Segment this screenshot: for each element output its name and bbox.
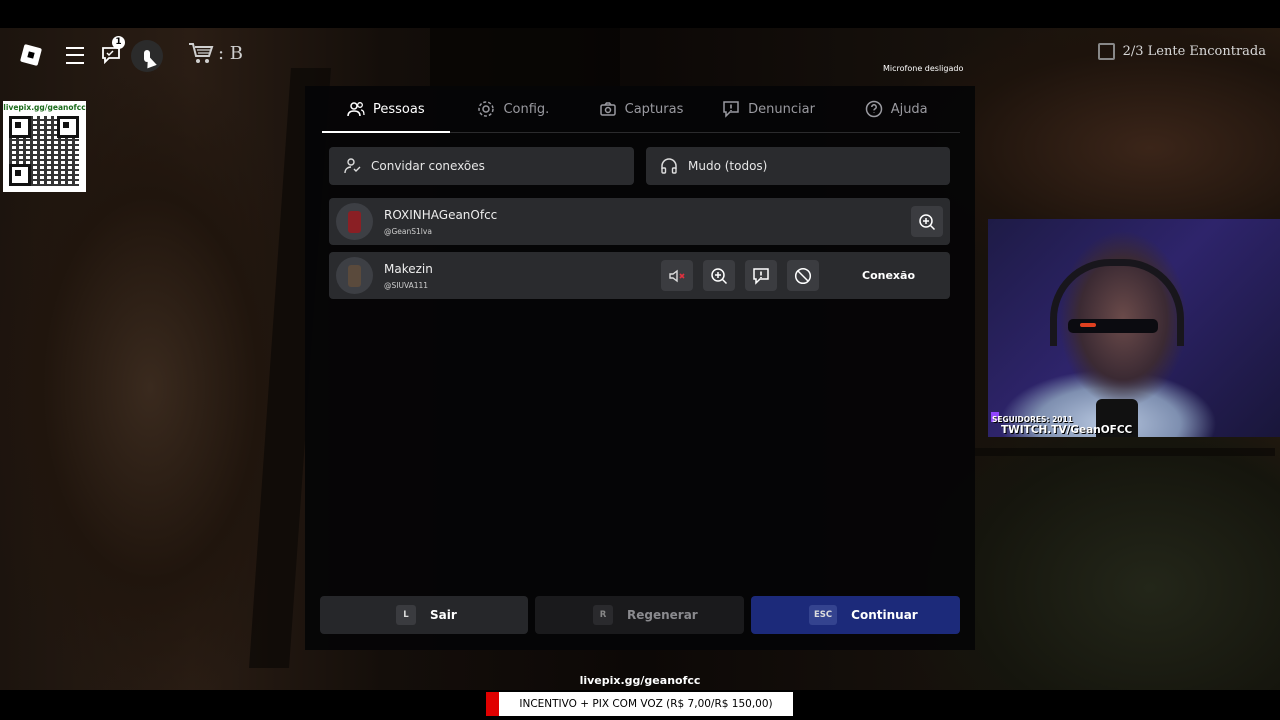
- player-name: ROXINHAGeanOfcc: [384, 208, 498, 222]
- player-username: @GeanS1lva: [384, 227, 432, 236]
- mute-player-button[interactable]: [661, 260, 693, 291]
- key-hint-esc: ESC: [809, 605, 838, 625]
- tab-settings[interactable]: Config.: [450, 86, 578, 132]
- game-menu-panel: Pessoas Config. Capturas Denunciar Ajuda…: [305, 86, 975, 650]
- tab-settings-label: Config.: [503, 101, 550, 117]
- player-name: Makezin: [384, 262, 433, 276]
- mute-all-button[interactable]: Mudo (todos): [646, 147, 950, 185]
- invite-label: Convidar conexões: [371, 159, 485, 173]
- donation-bar-accent: [486, 692, 499, 716]
- qr-finder-tl: [9, 116, 31, 138]
- tab-report-label: Denunciar: [748, 101, 815, 117]
- speaker-muted-icon: [669, 269, 685, 282]
- player-username: @SIUVA111: [384, 281, 429, 290]
- qr-label: livepix.gg/geanofcc: [3, 103, 86, 112]
- donation-text: INCENTIVO + PIX COM VOZ (R$ 7,00/R$ 150,…: [519, 698, 773, 710]
- chat-badge: 1: [112, 36, 125, 49]
- avatar-figure: [348, 211, 361, 233]
- twitch-handle: TWITCH.TV/GeanOFCC: [1001, 424, 1133, 436]
- reset-button[interactable]: R Regenerar: [535, 596, 744, 634]
- zoom-in-icon: [919, 213, 936, 230]
- player-row[interactable]: ROXINHAGeanOfcc @GeanS1lva: [329, 198, 950, 245]
- webcam-overlay: SEGUIDORES: 2011 TWITCH.TV/GeanOFCC: [988, 219, 1280, 437]
- avatar: [336, 203, 373, 240]
- zoom-in-icon: [711, 267, 728, 284]
- block-icon: [794, 267, 812, 284]
- report-icon: [723, 101, 739, 118]
- leave-button[interactable]: L Sair: [320, 596, 528, 634]
- tab-report[interactable]: Denunciar: [705, 86, 833, 132]
- resume-label: Continuar: [851, 608, 918, 622]
- people-icon: [347, 102, 365, 117]
- chat-button[interactable]: 1: [96, 36, 126, 70]
- headphones-icon: [661, 158, 677, 174]
- camera-icon: [599, 102, 616, 116]
- roblox-logo-icon: [19, 43, 43, 67]
- report-player-button[interactable]: [745, 260, 777, 291]
- lens-objective: 2/3 Lente Encontrada: [1097, 43, 1266, 60]
- follower-count: SEGUIDORES: 2011: [992, 415, 1073, 424]
- connection-button[interactable]: Conexão: [862, 269, 915, 282]
- livepix-link: livepix.gg/geanofcc: [579, 674, 701, 687]
- key-hint-r: R: [593, 605, 613, 625]
- cart-counter: : B: [188, 42, 243, 64]
- qr-code-overlay: livepix.gg/geanofcc: [3, 101, 86, 192]
- qr-finder-bl: [9, 164, 31, 186]
- mute-all-label: Mudo (todos): [688, 159, 768, 173]
- letterbox-top: [0, 0, 1280, 28]
- inspect-button[interactable]: [703, 260, 735, 291]
- tab-help-label: Ajuda: [890, 101, 928, 117]
- tab-people-label: Pessoas: [372, 101, 425, 117]
- roblox-logo-button[interactable]: [16, 40, 46, 70]
- tab-help[interactable]: Ajuda: [832, 86, 960, 132]
- mic-status-text: Microfone desligado: [883, 64, 964, 73]
- lens-counter: 2/3 Lente Encontrada: [1122, 44, 1266, 59]
- glasses-shape: [1068, 319, 1158, 333]
- donation-bar: INCENTIVO + PIX COM VOZ (R$ 7,00/R$ 150,…: [486, 692, 793, 716]
- resume-button[interactable]: ESC Continuar: [751, 596, 960, 634]
- hamburger-icon: [66, 46, 84, 64]
- tab-people[interactable]: Pessoas: [322, 86, 450, 133]
- avatar: [336, 257, 373, 294]
- gear-icon: [478, 101, 495, 117]
- help-icon: [865, 100, 882, 118]
- tab-captures-label: Capturas: [624, 101, 684, 117]
- report-icon: [753, 267, 769, 285]
- cart-icon: [189, 43, 214, 63]
- tab-captures[interactable]: Capturas: [577, 86, 705, 132]
- inspect-button[interactable]: [911, 206, 943, 237]
- avatar-figure: [348, 265, 361, 287]
- objective-checkbox: [1097, 43, 1115, 60]
- player-row[interactable]: Makezin @SIUVA111 Conexão: [329, 252, 950, 299]
- invite-connections-button[interactable]: Convidar conexões: [329, 147, 634, 185]
- invite-person-icon: [344, 158, 361, 174]
- qr-finder-tr: [57, 116, 79, 138]
- menu-tabs: Pessoas Config. Capturas Denunciar Ajuda: [322, 86, 960, 133]
- leave-label: Sair: [430, 608, 457, 622]
- key-hint-l: L: [396, 605, 416, 625]
- cart-label: : B: [218, 42, 244, 64]
- block-player-button[interactable]: [787, 260, 819, 291]
- reset-label: Regenerar: [627, 608, 698, 622]
- menu-button[interactable]: [60, 40, 90, 70]
